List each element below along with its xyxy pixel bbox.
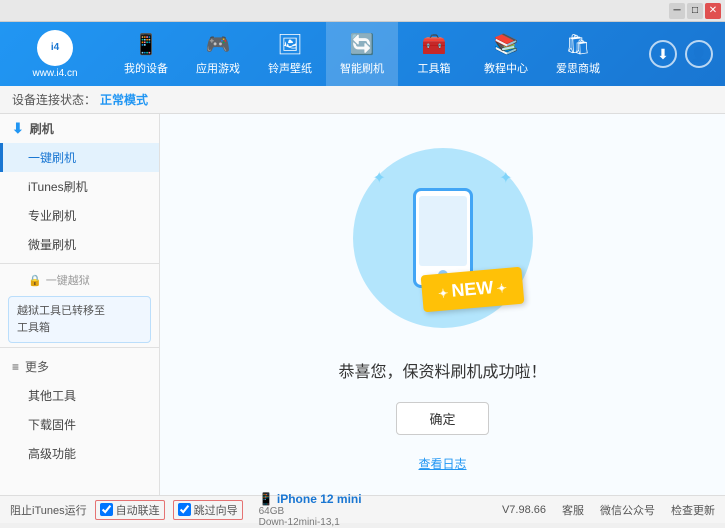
bottom-left: 阻止iTunes运行 自动联连 跳过向导 📱 iPhone 12 mini 64… bbox=[10, 492, 502, 528]
phone-device-icon: 📱 bbox=[259, 492, 277, 506]
apps-icon: 🎮 bbox=[206, 32, 231, 57]
device-info: 📱 iPhone 12 mini 64GB Down-12mini-13,1 bbox=[259, 492, 362, 528]
sidebar-locked-jailbreak: 🔒 一键越狱 bbox=[0, 268, 159, 292]
sidebar-separator-1 bbox=[0, 263, 159, 264]
status-label: 设备连接状态： bbox=[12, 91, 96, 108]
sidebar-info-box: 越狱工具已转移至 工具箱 bbox=[8, 296, 151, 343]
more-icon: ≡ bbox=[12, 360, 19, 374]
lock-icon: 🔒 bbox=[28, 274, 42, 287]
skip-guide-checkbox[interactable]: 跳过向导 bbox=[173, 500, 243, 520]
shopping-icon: 🛍 bbox=[565, 32, 590, 57]
skip-guide-input[interactable] bbox=[178, 503, 191, 516]
confirm-button[interactable]: 确定 bbox=[396, 402, 488, 435]
sparkle-left-icon: ✦ bbox=[373, 168, 386, 188]
revisit-link[interactable]: 查看日志 bbox=[418, 455, 466, 472]
nav-label-tutorials: 教程中心 bbox=[484, 60, 528, 76]
auto-connect-label: 自动联连 bbox=[116, 502, 160, 518]
nav-label-smart-flash: 智能刷机 bbox=[340, 60, 384, 76]
sidebar-flash-header: ⬇ 刷机 bbox=[0, 114, 159, 143]
service-link[interactable]: 客服 bbox=[562, 502, 584, 518]
nav-label-wallpaper: 铃声壁纸 bbox=[268, 60, 312, 76]
logo-subtitle: www.i4.cn bbox=[32, 68, 77, 79]
header: i4 www.i4.cn 📱 我的设备 🎮 应用游戏 🖼 铃声壁纸 🔄 智能刷机… bbox=[0, 22, 725, 86]
phone-circle: ✦ ✦ NEW bbox=[353, 148, 533, 328]
nav-item-shopping[interactable]: 🛍 爱思商城 bbox=[542, 22, 614, 86]
nav-item-apps[interactable]: 🎮 应用游戏 bbox=[182, 22, 254, 86]
sidebar-item-advanced[interactable]: 高级功能 bbox=[0, 439, 159, 468]
sidebar-item-itunes-flash[interactable]: iTunes刷机 bbox=[0, 172, 159, 201]
nav-label-my-device: 我的设备 bbox=[124, 60, 168, 76]
phone-illustration: ✦ ✦ NEW bbox=[343, 138, 543, 338]
sidebar-more-header: ≡ 更多 bbox=[0, 352, 159, 381]
sidebar-separator-2 bbox=[0, 347, 159, 348]
device-model: Down-12mini-13,1 bbox=[259, 517, 362, 528]
minimize-button[interactable]: ─ bbox=[669, 3, 685, 19]
nav-item-wallpaper[interactable]: 🖼 铃声壁纸 bbox=[254, 22, 326, 86]
stop-itunes-label: 阻止iTunes运行 bbox=[10, 502, 87, 518]
header-right: ⬇ 👤 bbox=[649, 40, 725, 68]
flash-section-label: 刷机 bbox=[30, 120, 54, 137]
flash-section-icon: ⬇ bbox=[12, 120, 24, 137]
sidebar-item-pro-flash[interactable]: 专业刷机 bbox=[0, 201, 159, 230]
nav-item-smart-flash[interactable]: 🔄 智能刷机 bbox=[326, 22, 398, 86]
nav-item-tutorials[interactable]: 📚 教程中心 bbox=[470, 22, 542, 86]
sparkle-right-icon: ✦ bbox=[499, 168, 512, 188]
status-value: 正常模式 bbox=[100, 91, 148, 108]
nav-item-my-device[interactable]: 📱 我的设备 bbox=[110, 22, 182, 86]
tutorials-icon: 📚 bbox=[494, 32, 519, 57]
phone-screen bbox=[419, 196, 467, 266]
sidebar-item-download-firmware[interactable]: 下载固件 bbox=[0, 410, 159, 439]
sidebar: ⬇ 刷机 一键刷机 iTunes刷机 专业刷机 微量刷机 🔒 一键越狱 越狱工具… bbox=[0, 114, 160, 495]
close-button[interactable]: ✕ bbox=[705, 3, 721, 19]
skip-guide-label: 跳过向导 bbox=[194, 502, 238, 518]
wallpaper-icon: 🖼 bbox=[277, 32, 302, 57]
user-button[interactable]: 👤 bbox=[685, 40, 713, 68]
info-line-1: 越狱工具已转移至 bbox=[17, 303, 142, 320]
title-bar: ─ □ ✕ bbox=[0, 0, 725, 22]
nav-label-apps: 应用游戏 bbox=[196, 60, 240, 76]
nav-item-toolbox[interactable]: 🧰 工具箱 bbox=[398, 22, 470, 86]
main-layout: ⬇ 刷机 一键刷机 iTunes刷机 专业刷机 微量刷机 🔒 一键越狱 越狱工具… bbox=[0, 114, 725, 495]
device-storage: 64GB bbox=[259, 506, 362, 517]
version-label: V7.98.66 bbox=[502, 504, 546, 516]
my-device-icon: 📱 bbox=[134, 32, 159, 57]
auto-connect-checkbox[interactable]: 自动联连 bbox=[95, 500, 165, 520]
stop-itunes-button[interactable]: 阻止iTunes运行 bbox=[10, 502, 87, 518]
maximize-button[interactable]: □ bbox=[687, 3, 703, 19]
wechat-link[interactable]: 微信公众号 bbox=[600, 502, 655, 518]
sidebar-item-other-tools[interactable]: 其他工具 bbox=[0, 381, 159, 410]
success-text: 恭喜您，保资料刷机成功啦！ bbox=[338, 358, 546, 382]
smart-flash-icon: 🔄 bbox=[350, 32, 375, 57]
nav-label-shopping: 爱思商城 bbox=[556, 60, 600, 76]
logo-area: i4 www.i4.cn bbox=[0, 30, 110, 79]
check-update-link[interactable]: 检查更新 bbox=[671, 502, 715, 518]
more-label: 更多 bbox=[25, 358, 49, 375]
auto-connect-input[interactable] bbox=[100, 503, 113, 516]
status-bar: 设备连接状态： 正常模式 bbox=[0, 86, 725, 114]
sidebar-item-micro-flash[interactable]: 微量刷机 bbox=[0, 230, 159, 259]
nav-label-toolbox: 工具箱 bbox=[418, 60, 451, 76]
nav-bar: 📱 我的设备 🎮 应用游戏 🖼 铃声壁纸 🔄 智能刷机 🧰 工具箱 📚 教程中心… bbox=[110, 22, 649, 86]
toolbox-icon: 🧰 bbox=[422, 32, 447, 57]
device-name: 📱 iPhone 12 mini bbox=[259, 492, 362, 506]
info-line-2: 工具箱 bbox=[17, 320, 142, 337]
main-content: ✦ ✦ NEW 恭喜您，保资料刷机成功啦！ 确定 查看日志 bbox=[160, 114, 725, 495]
bottom-right: V7.98.66 客服 微信公众号 检查更新 bbox=[502, 502, 715, 518]
logo-icon: i4 bbox=[37, 30, 73, 66]
bottom-bar: 阻止iTunes运行 自动联连 跳过向导 📱 iPhone 12 mini 64… bbox=[0, 495, 725, 523]
download-button[interactable]: ⬇ bbox=[649, 40, 677, 68]
sidebar-item-one-click-flash[interactable]: 一键刷机 bbox=[0, 143, 159, 172]
